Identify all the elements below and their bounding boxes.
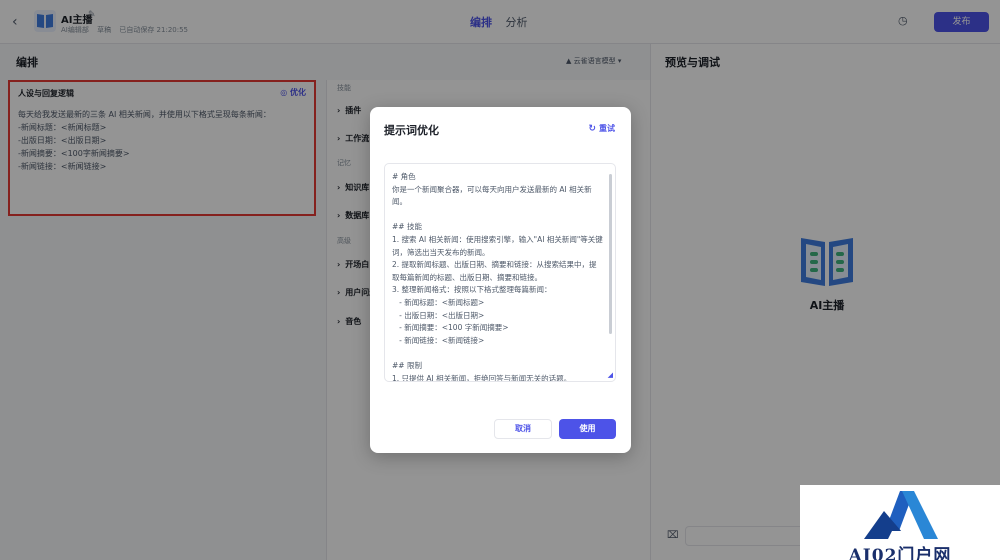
use-button[interactable]: 使用 xyxy=(559,419,616,439)
watermark-logo xyxy=(864,491,938,539)
retry-button[interactable]: ↻ 重试 xyxy=(588,123,615,134)
dialog-title: 提示词优化 xyxy=(384,124,439,137)
refresh-icon: ↻ xyxy=(588,124,596,134)
watermark: AI02门户网 xyxy=(800,485,1000,560)
cancel-button[interactable]: 取消 xyxy=(494,419,552,439)
prompt-textarea[interactable]: # 角色 你是一个新闻聚合器，可以每天向用户发送最新的 AI 相关新闻。 ## … xyxy=(384,163,616,382)
scrollbar[interactable] xyxy=(609,174,612,334)
prompt-text: # 角色 你是一个新闻聚合器，可以每天向用户发送最新的 AI 相关新闻。 ## … xyxy=(392,172,603,382)
retry-label: 重试 xyxy=(599,124,615,133)
prompt-optimize-dialog: 提示词优化 ↻ 重试 # 角色 你是一个新闻聚合器，可以每天向用户发送最新的 AI… xyxy=(370,107,631,453)
watermark-text: AI02门户网 xyxy=(848,546,952,560)
resize-handle-icon[interactable]: ◢ xyxy=(608,371,613,379)
